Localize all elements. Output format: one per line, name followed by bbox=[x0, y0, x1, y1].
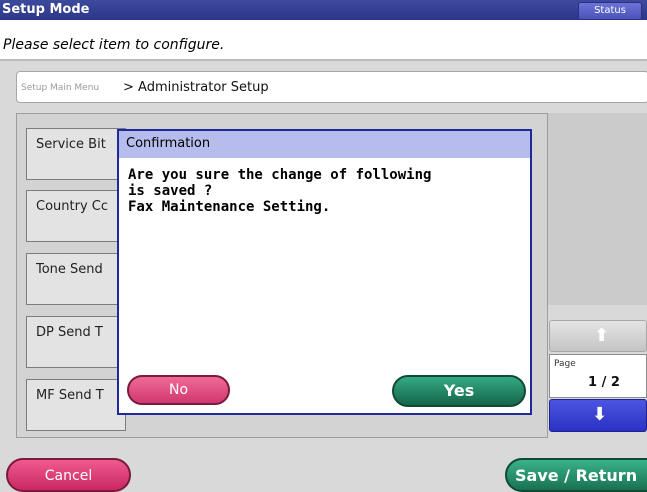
confirmation-dialog: Confirmation Are you sure the change of … bbox=[117, 129, 532, 415]
page-number: 1 / 2 bbox=[588, 375, 620, 390]
save-return-button[interactable]: Save / Return bbox=[505, 458, 647, 492]
dialog-message: Are you sure the change of following is … bbox=[128, 167, 523, 215]
dialog-message-line: is saved ? bbox=[128, 183, 213, 199]
menu-item-mf-send[interactable]: MF Send T bbox=[26, 379, 126, 431]
menu-item-label: MF Send T bbox=[36, 388, 104, 403]
dialog-title-bar: Confirmation bbox=[119, 131, 530, 158]
menu-item-label: Service Bit bbox=[36, 137, 106, 152]
menu-item-service-bit[interactable]: Service Bit bbox=[26, 128, 126, 180]
instruction-bar: Please select item to configure. bbox=[0, 20, 647, 61]
status-button[interactable]: Status bbox=[578, 2, 642, 20]
title-bar: Setup Mode Status bbox=[0, 0, 647, 20]
cancel-button[interactable]: Cancel bbox=[6, 458, 131, 492]
dialog-message-line: Fax Maintenance Setting. bbox=[128, 199, 331, 215]
page-up-button[interactable]: ⬆ bbox=[549, 320, 647, 352]
menu-item-country-code[interactable]: Country Cc bbox=[26, 190, 126, 242]
page-indicator: Page 1 / 2 bbox=[549, 354, 647, 398]
breadcrumb: Setup Main Menu > Administrator Setup bbox=[16, 71, 647, 103]
arrow-up-icon: ⬆ bbox=[594, 325, 610, 346]
page-label: Page bbox=[554, 359, 576, 369]
breadcrumb-root[interactable]: Setup Main Menu bbox=[21, 83, 99, 93]
no-button[interactable]: No bbox=[127, 375, 230, 405]
menu-item-label: DP Send T bbox=[36, 325, 103, 340]
yes-button[interactable]: Yes bbox=[392, 375, 526, 407]
menu-item-dp-send[interactable]: DP Send T bbox=[26, 316, 126, 368]
menu-item-label: Country Cc bbox=[36, 199, 109, 214]
breadcrumb-current: > Administrator Setup bbox=[123, 80, 269, 95]
instruction-text: Please select item to configure. bbox=[3, 37, 225, 53]
side-panel bbox=[548, 113, 647, 305]
dialog-message-line: Are you sure the change of following bbox=[128, 167, 432, 183]
page-down-button[interactable]: ⬇ bbox=[549, 399, 647, 432]
menu-item-label: Tone Send bbox=[36, 262, 103, 277]
dialog-title: Confirmation bbox=[126, 136, 211, 151]
window-title: Setup Mode bbox=[2, 2, 90, 17]
menu-item-tone-send[interactable]: Tone Send bbox=[26, 253, 126, 305]
arrow-down-icon: ⬇ bbox=[592, 404, 608, 425]
